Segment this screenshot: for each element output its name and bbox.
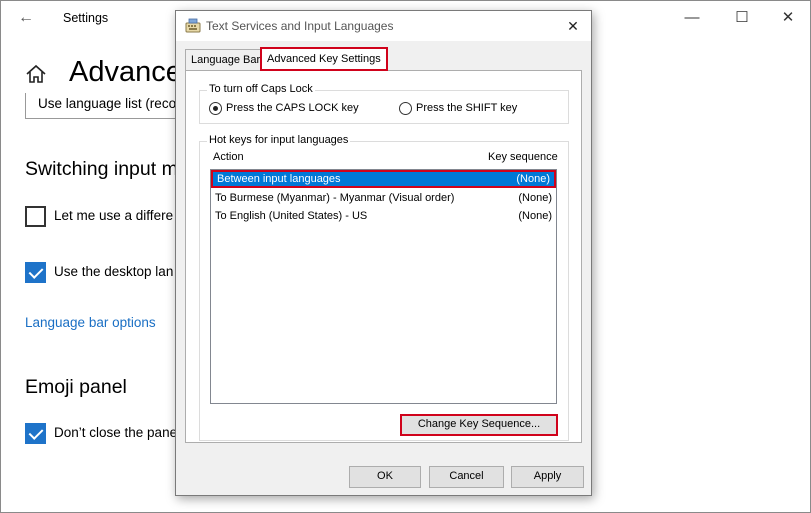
action-column-header: Action xyxy=(213,151,244,163)
change-key-sequence-button[interactable]: Change Key Sequence... xyxy=(400,414,558,436)
dialog-title: Text Services and Input Languages xyxy=(206,19,394,33)
keyboard-icon xyxy=(185,18,201,33)
hotkey-sequence: (None) xyxy=(516,173,550,185)
desktop-language-bar-checkbox[interactable] xyxy=(25,262,46,283)
home-icon[interactable] xyxy=(25,63,47,85)
list-item[interactable]: To English (United States) - US (None) xyxy=(211,208,556,226)
checkbox-label: Don’t close the pane xyxy=(54,425,178,440)
switching-input-heading: Switching input m xyxy=(25,158,178,180)
maximize-button[interactable]: ☐ xyxy=(727,7,757,29)
cancel-button[interactable]: Cancel xyxy=(429,466,504,488)
hot-keys-group: Hot keys for input languages Action Key … xyxy=(199,134,569,441)
language-list-dropdown[interactable]: Use language list (reco xyxy=(25,93,185,119)
list-item[interactable]: Between input languages (None) xyxy=(211,170,556,188)
apply-button[interactable]: Apply xyxy=(511,466,584,488)
ok-button[interactable]: OK xyxy=(349,466,421,488)
back-arrow-icon[interactable]: ← xyxy=(15,9,37,27)
dialog-close-button[interactable]: ✕ xyxy=(561,15,585,37)
settings-window-title: Settings xyxy=(63,11,109,25)
hot-keys-group-caption: Hot keys for input languages xyxy=(207,134,351,146)
caps-lock-group: To turn off Caps Lock Press the CAPS LOC… xyxy=(199,83,569,124)
close-button[interactable]: ✕ xyxy=(773,7,803,29)
hotkeys-listbox[interactable]: Between input languages (None) To Burmes… xyxy=(210,169,557,404)
dialog-titlebar: Text Services and Input Languages ✕ xyxy=(176,11,591,41)
tab-advanced-key-settings[interactable]: Advanced Key Settings xyxy=(260,47,388,71)
text-services-dialog: Text Services and Input Languages ✕ Lang… xyxy=(175,10,592,496)
radio-label: Press the CAPS LOCK key xyxy=(226,102,359,114)
different-input-method-checkbox[interactable] xyxy=(25,206,46,227)
emoji-panel-checkbox[interactable] xyxy=(25,423,46,444)
checkbox-label: Let me use a differe xyxy=(54,208,174,223)
tab-language-bar[interactable]: Language Bar xyxy=(185,49,267,70)
hotkey-action: To English (United States) - US xyxy=(215,210,368,222)
emoji-panel-heading: Emoji panel xyxy=(25,376,127,398)
hotkey-sequence: (None) xyxy=(518,210,552,222)
hotkey-sequence: (None) xyxy=(518,192,552,204)
language-bar-options-link[interactable]: Language bar options xyxy=(25,315,156,330)
hotkey-action: Between input languages xyxy=(217,173,341,185)
list-item[interactable]: To Burmese (Myanmar) - Myanmar (Visual o… xyxy=(211,190,556,208)
caps-lock-group-caption: To turn off Caps Lock xyxy=(207,83,315,95)
radio-unselected-icon[interactable] xyxy=(399,102,412,115)
hotkey-action: To Burmese (Myanmar) - Myanmar (Visual o… xyxy=(215,192,455,204)
radio-label: Press the SHIFT key xyxy=(416,102,518,114)
checkbox-label: Use the desktop lan xyxy=(54,264,174,279)
advanced-key-settings-panel: To turn off Caps Lock Press the CAPS LOC… xyxy=(185,70,582,443)
radio-selected-icon[interactable] xyxy=(209,102,222,115)
minimize-button[interactable]: — xyxy=(677,7,707,29)
key-sequence-column-header: Key sequence xyxy=(488,151,558,163)
